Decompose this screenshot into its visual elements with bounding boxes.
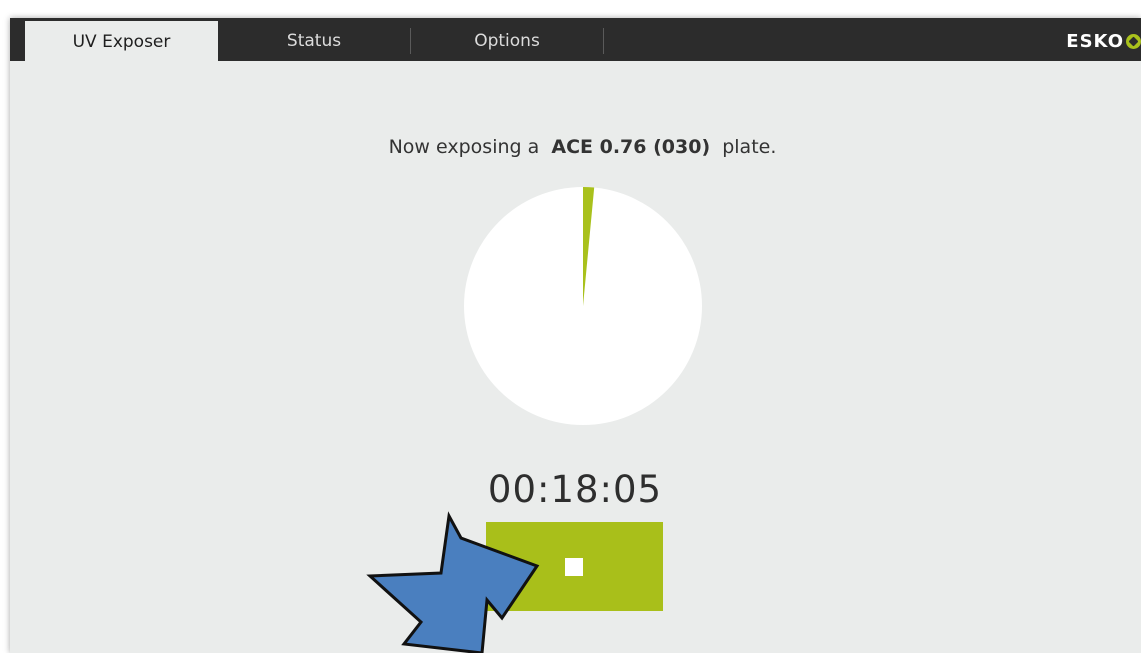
message-prefix: Now exposing a: [388, 136, 540, 158]
tab-options[interactable]: Options: [411, 18, 603, 61]
esko-logo: ESKO: [1066, 30, 1141, 52]
exposure-message: Now exposing a ACE 0.76 (030) plate.: [10, 136, 1141, 158]
logo-mark-icon: [1126, 33, 1141, 49]
tab-separator: [603, 28, 604, 54]
plate-name: ACE 0.76 (030): [551, 136, 711, 158]
uv-exposer-window: UV Exposer Status Options ESKO Now expos…: [10, 18, 1141, 653]
message-suffix: plate.: [722, 136, 777, 158]
stop-icon: [565, 558, 583, 576]
tab-bar: UV Exposer Status Options ESKO: [10, 18, 1141, 61]
logo-text: ESKO: [1066, 30, 1124, 52]
tab-uv-exposer[interactable]: UV Exposer: [25, 21, 218, 61]
exposure-timer: 00:18:05: [487, 468, 663, 511]
stop-button[interactable]: [486, 522, 663, 611]
tab-status[interactable]: Status: [218, 18, 410, 61]
exposure-progress-pie: [464, 187, 702, 425]
